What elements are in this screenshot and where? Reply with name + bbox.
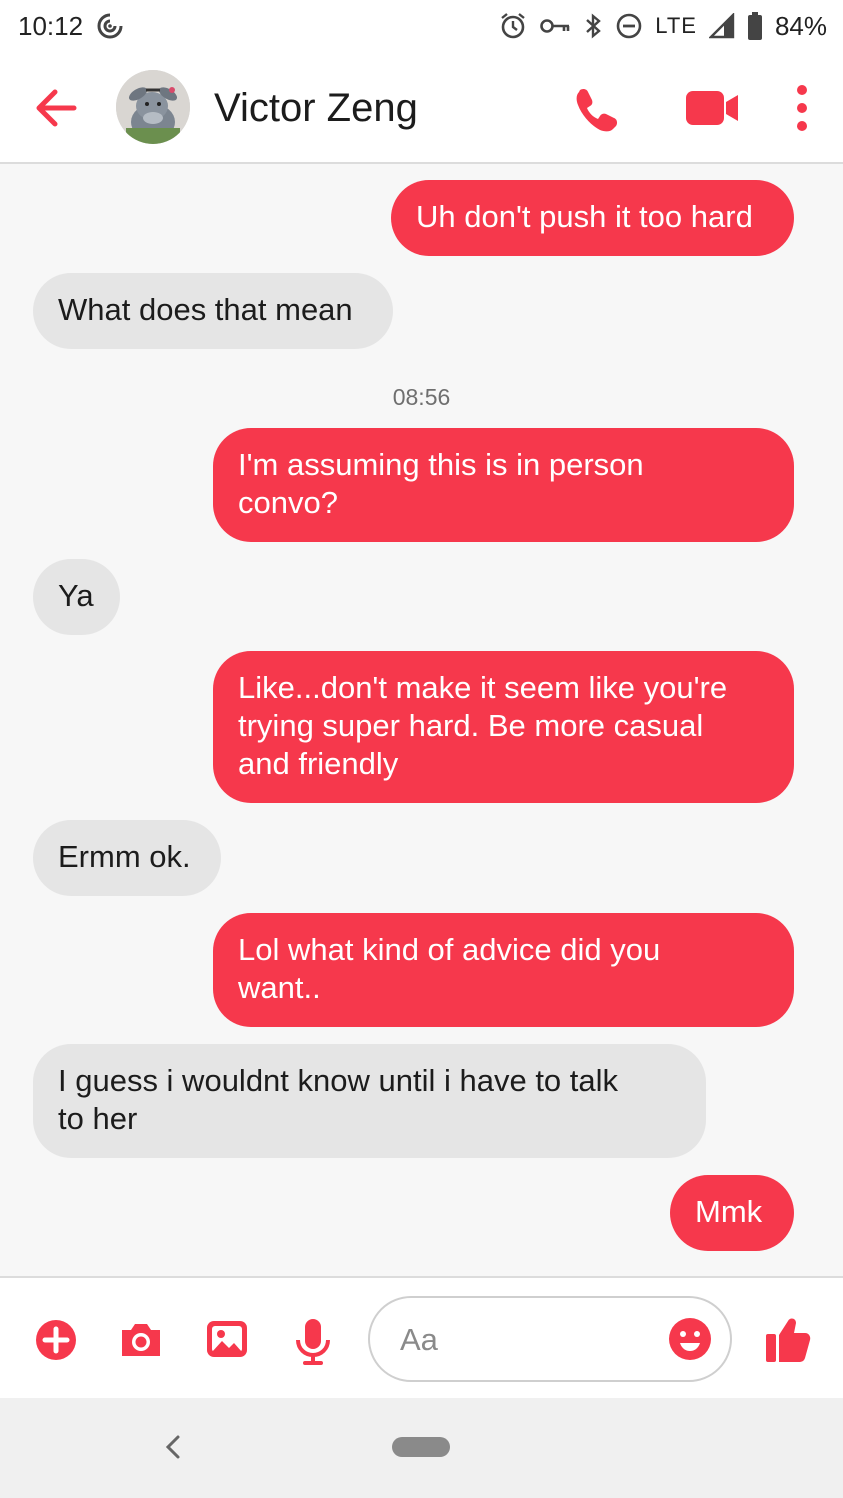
message-text-line: and friendly [238, 746, 399, 781]
system-navigation-bar [0, 1398, 843, 1498]
video-call-icon[interactable] [684, 88, 740, 128]
message-text: Ya [58, 578, 94, 613]
back-arrow-icon[interactable] [30, 82, 82, 134]
message-bubble-incoming[interactable]: What does that mean [33, 273, 393, 349]
message-text-line: I guess i wouldnt know until i have to t… [58, 1063, 619, 1098]
message-bubble-outgoing[interactable]: Lol what kind of advice did you want.. [213, 913, 794, 1027]
microphone-icon[interactable] [294, 1318, 332, 1365]
message-bubble-outgoing[interactable]: Mmk [670, 1175, 794, 1251]
message-text-line: want.. [238, 970, 321, 1005]
message-composer: Aa [0, 1276, 843, 1398]
message-bubble-outgoing[interactable]: I'm assuming this is in person convo? [213, 428, 794, 542]
signal-icon [708, 13, 735, 39]
avatar[interactable] [116, 70, 190, 144]
more-options-icon[interactable] [788, 82, 816, 134]
conversation-header: Victor Zeng [0, 52, 843, 164]
status-time: 10:12 [18, 10, 84, 41]
emoji-icon[interactable] [668, 1317, 712, 1361]
message-text-line: Like...don't make it seem like you're [238, 670, 728, 705]
message-text-line: I'm assuming this is in person [238, 447, 644, 482]
message-text-line: trying super hard. Be more casual [238, 708, 704, 743]
message-text: Mmk [695, 1194, 763, 1229]
status-bar: 10:12 LTE 84% [0, 0, 843, 52]
message-bubble-outgoing[interactable]: Uh don't push it too hard [391, 180, 794, 256]
message-bubble-outgoing[interactable]: Like...don't make it seem like you're tr… [213, 651, 794, 803]
message-text-line: Lol what kind of advice did you [238, 932, 661, 967]
bluetooth-icon [583, 12, 603, 40]
message-bubble-incoming[interactable]: Ermm ok. [33, 820, 221, 896]
nav-home-pill[interactable] [392, 1437, 450, 1457]
gallery-icon[interactable] [206, 1318, 250, 1362]
network-type: LTE [655, 13, 697, 38]
message-text-line: to her [58, 1101, 138, 1136]
message-timestamp: 08:56 [392, 384, 451, 410]
vpn-key-icon [539, 16, 571, 36]
plus-icon[interactable] [34, 1318, 78, 1362]
message-thread: Uh don't push it too hard What does that… [0, 166, 843, 1276]
message-input[interactable]: Aa [368, 1296, 732, 1382]
message-input-placeholder: Aa [400, 1322, 438, 1357]
thumbs-up-icon[interactable] [764, 1314, 812, 1364]
contact-name[interactable]: Victor Zeng [214, 86, 418, 131]
message-bubble-incoming[interactable]: Ya [33, 559, 120, 635]
alarm-icon [499, 12, 527, 40]
do-not-disturb-icon [615, 12, 643, 40]
message-text-line: convo? [238, 485, 338, 520]
message-bubble-incoming[interactable]: I guess i wouldnt know until i have to t… [33, 1044, 706, 1158]
battery-level: 84% [774, 10, 827, 41]
phone-call-icon[interactable] [570, 84, 622, 136]
camera-icon[interactable] [118, 1318, 162, 1362]
sync-icon [95, 11, 125, 41]
nav-back-icon[interactable] [160, 1432, 188, 1462]
message-text: What does that mean [58, 292, 353, 327]
message-text: Ermm ok. [58, 839, 191, 874]
battery-icon [747, 12, 763, 40]
message-text: Uh don't push it too hard [416, 199, 753, 234]
